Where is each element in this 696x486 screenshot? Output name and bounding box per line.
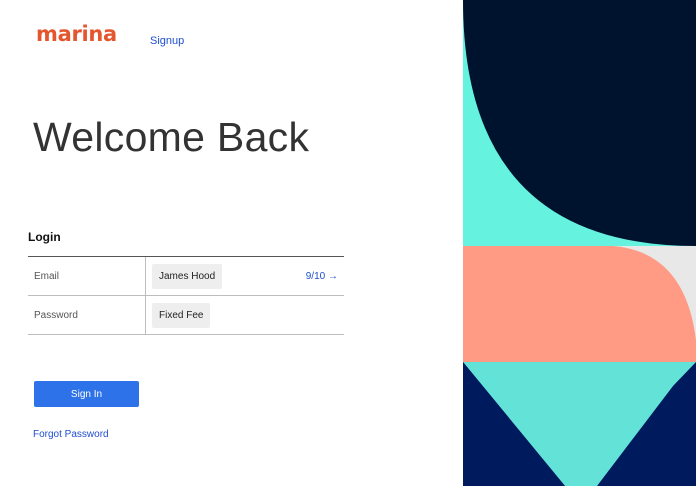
login-panel: marina Signup Welcome Back Login Email J… [0,0,463,486]
decorative-artwork [463,0,696,486]
email-row: Email James Hood 9/10 → [28,257,344,296]
page-title: Welcome Back [33,114,310,160]
password-label: Password [28,296,146,334]
email-label: Email [28,257,146,295]
password-row: Password Fixed Fee [28,296,344,335]
signup-link[interactable]: Signup [150,35,184,47]
pager-link[interactable]: 9/10 → [306,271,338,282]
brand-logo[interactable]: marina [36,22,117,46]
email-value-cell: James Hood 9/10 → [146,257,344,295]
login-section-label: Login [28,230,61,244]
login-table: Email James Hood 9/10 → Password Fixed F… [28,256,344,335]
password-field[interactable]: Fixed Fee [152,302,211,328]
email-field[interactable]: James Hood [152,263,223,289]
password-value-cell: Fixed Fee [146,296,344,334]
sign-in-button[interactable]: Sign In [34,381,139,407]
forgot-password-link[interactable]: Forgot Password [33,429,109,440]
